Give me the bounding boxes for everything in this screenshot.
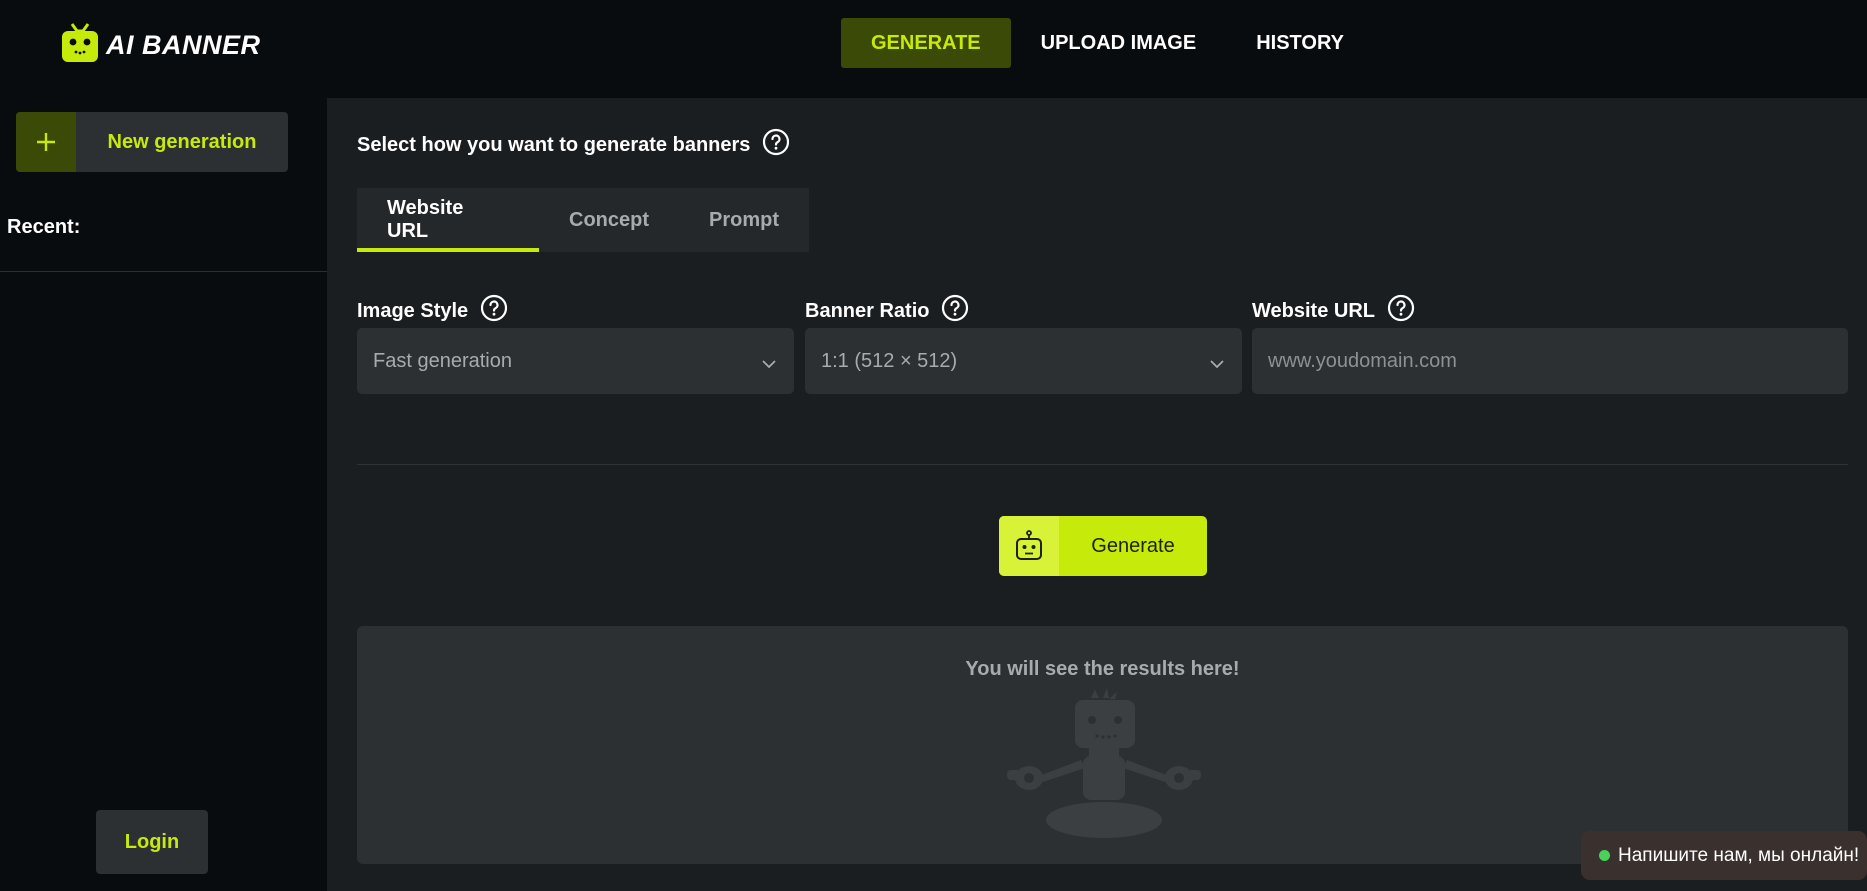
nav-upload-image[interactable]: UPLOAD IMAGE [1011,18,1227,68]
tab-website-url[interactable]: Website URL [357,188,539,252]
banner-ratio-select[interactable]: 1:1 (512 × 512) [805,328,1242,394]
generation-method-heading: Select how you want to generate banners [357,128,790,162]
section-divider [357,464,1848,465]
generation-tabs: Website URL Concept Prompt [357,188,809,252]
help-icon[interactable] [1387,294,1415,328]
heading-text: Select how you want to generate banners [357,133,751,156]
banner-ratio-label: Banner Ratio [805,294,969,328]
generate-button[interactable]: Generate [999,516,1207,576]
chevron-down-icon [762,352,776,375]
robot-logo-icon [60,22,100,69]
website-url-label-text: Website URL [1252,299,1375,322]
tab-concept[interactable]: Concept [539,188,679,252]
sidebar: New generation Recent: Login [0,98,327,891]
banner-ratio-label-text: Banner Ratio [805,299,930,322]
robot-icon [999,516,1059,576]
plus-icon [16,112,76,172]
help-icon[interactable] [762,128,790,162]
website-url-input[interactable] [1268,349,1832,373]
help-icon[interactable] [480,294,508,328]
logo[interactable]: AI BANNER [60,22,261,69]
nav-generate[interactable]: GENERATE [841,18,1011,68]
tab-prompt[interactable]: Prompt [679,188,809,252]
recent-heading: Recent: [7,216,81,238]
sidebar-divider [0,271,327,272]
new-generation-button[interactable]: New generation [16,112,288,172]
banner-ratio-value: 1:1 (512 × 512) [821,349,958,372]
image-style-label-text: Image Style [357,299,469,322]
top-bar: AI BANNER GENERATE UPLOAD IMAGE HISTORY [0,0,1867,98]
chat-label: Напишите нам, мы онлайн! [1618,844,1860,866]
help-icon[interactable] [941,294,969,328]
website-url-field [1252,328,1848,394]
meditating-robot-illustration [1007,686,1201,846]
results-placeholder-text: You will see the results here! [965,658,1240,680]
login-button[interactable]: Login [96,810,208,874]
results-panel: You will see the results here! [357,626,1848,864]
image-style-select[interactable]: Fast generation [357,328,794,394]
logo-text: AI BANNER [106,30,261,60]
website-url-label: Website URL [1252,294,1415,328]
online-status-dot [1599,850,1610,861]
nav-history[interactable]: HISTORY [1226,18,1374,68]
chevron-down-icon [1210,352,1224,375]
main-nav: GENERATE UPLOAD IMAGE HISTORY [841,18,1374,68]
chat-widget-button[interactable]: Напишите нам, мы онлайн! [1581,831,1867,880]
generate-label: Generate [1091,534,1175,557]
main-panel: Select how you want to generate banners … [327,98,1867,891]
new-generation-label: New generation [107,130,257,153]
image-style-label: Image Style [357,294,508,328]
image-style-value: Fast generation [373,349,512,372]
